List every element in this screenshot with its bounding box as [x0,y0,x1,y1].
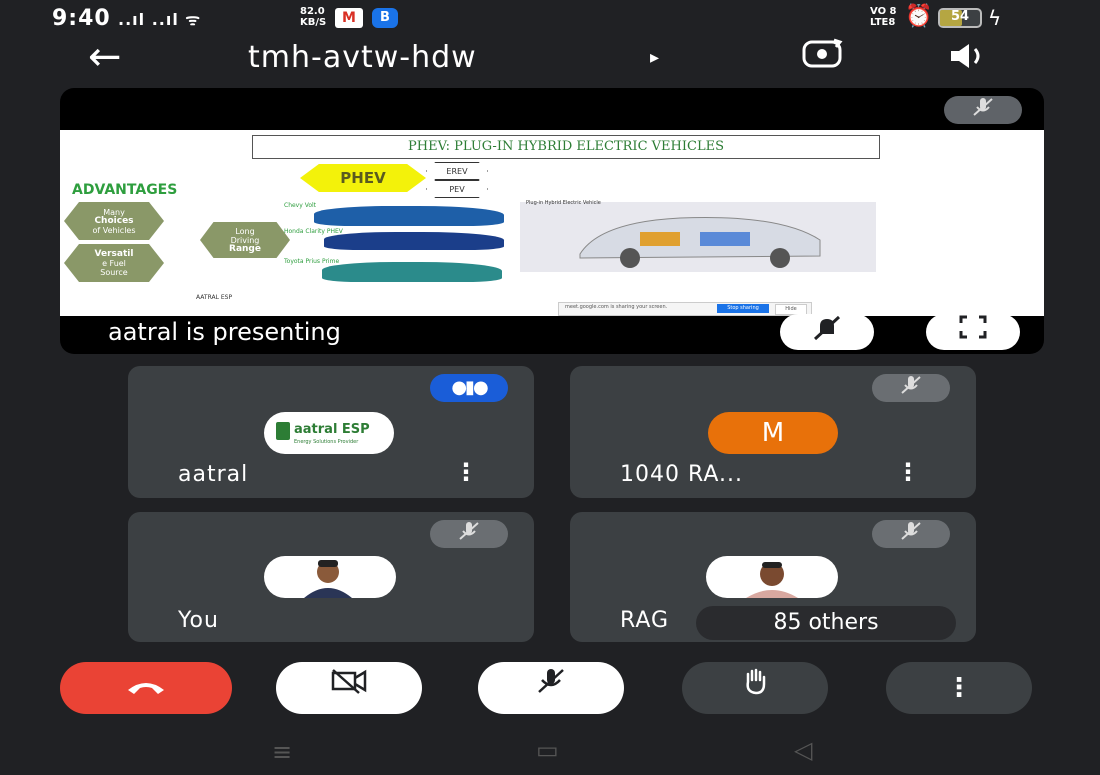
phone-hangup-icon [128,683,164,694]
b-app-icon: B [372,8,398,28]
mic-off-icon [872,374,950,402]
mic-off-icon [872,520,950,548]
phev-hexagon: PHEV [300,164,426,192]
hex-line: of Vehicles [92,225,136,235]
hex-line: Range [229,243,261,254]
avatar [264,556,396,598]
participant-tile[interactable]: You [128,512,534,642]
slide-title: PHEV: PLUG-IN HYBRID ELECTRIC VEHICLES [252,135,880,159]
avatar: aatral ESP Energy Solutions Provider [264,412,394,454]
participant-name: aatral [178,462,249,487]
participant-tile[interactable]: M 1040 RA... ⋮ [570,366,976,498]
recents-icon[interactable]: ≡ [272,738,292,766]
end-call-button[interactable] [60,662,232,714]
presentation-mute-indicator [944,96,1022,124]
car-image-clarity [324,232,504,250]
hex-line: Versatil [94,248,134,259]
play-icon[interactable]: ▸ [650,47,659,68]
volte-indicator: VO 8 LTE8 [870,6,897,28]
share-text: meet.google.com is sharing your screen. [565,304,668,310]
car-label: Chevy Volt [284,202,317,209]
speaker-icon[interactable] [945,40,989,80]
hexagon-choices: Many Choices of Vehicles [64,202,164,240]
alarm-icon: ⏰ [905,4,933,29]
diagram-label: Plug-in Hybrid Electric Vehicle [526,200,601,206]
avatar-logo-sub: Energy Solutions Provider [294,439,359,445]
logo-icon [276,422,290,440]
hex-line: Source [100,267,128,277]
meeting-code[interactable]: tmh-avtw-hdw [248,40,477,75]
switch-camera-icon[interactable] [800,38,844,78]
shared-slide: PHEV: PLUG-IN HYBRID ELECTRIC VEHICLES A… [60,130,1044,316]
slide-footer: AATRAL ESP [196,294,233,301]
nav-back-icon[interactable]: ◁ [794,736,812,764]
bell-off-icon [813,315,841,341]
screen-share-bar: meet.google.com is sharing your screen. … [558,302,812,316]
participant-name: RAG [620,608,670,633]
hex-line: Choices [94,215,134,226]
more-vertical-icon[interactable]: ⋮ [454,458,478,486]
fullscreen-button[interactable] [926,314,1020,350]
pev-hexagon: PEV [426,180,488,198]
gmail-icon: M [335,8,363,28]
presentation-mute-button[interactable] [780,314,874,350]
camera-off-icon [331,669,367,694]
raise-hand-button[interactable] [682,662,828,714]
avatar-logo-text: aatral ESP [294,422,370,437]
advantages-heading: ADVANTAGES [72,182,178,198]
participant-name: You [178,608,219,633]
avatar: M [708,412,838,454]
participant-name: 1040 RA... [620,462,744,487]
volte-top: VO 8 [870,6,897,17]
erev-hexagon: EREV [426,162,488,180]
car-image-volt [314,206,504,226]
speaking-indicator: ●▮● [430,374,508,402]
car-image-prius [322,262,502,282]
hexagon-range: Long Driving Range [200,222,290,258]
more-vertical-icon[interactable]: ⋮ [896,458,920,486]
network-speed: 82.0 KB/S [300,6,326,28]
raise-hand-icon [746,668,766,695]
status-bar: 9:40 ..ıl ..ıl ᯤ 82.0 KB/S M B VO 8 LTE8… [0,0,1100,40]
battery-icon: 54 [938,8,982,28]
participant-tile[interactable]: ●▮● aatral ESP Energy Solutions Provider… [128,366,534,498]
hexagon-fuel: Versatil e Fuel Source [64,244,164,282]
signal-icon: ..ıl ..ıl ᯤ [118,10,201,29]
status-time: 9:40 [52,6,111,31]
camera-toggle-button[interactable] [276,662,422,714]
fullscreen-icon [959,315,987,339]
speed-value: 82.0 [300,6,325,17]
hex-line: e Fuel [102,258,126,268]
mic-off-icon [430,520,508,548]
others-count-chip[interactable]: 85 others [696,606,956,640]
battery-label: 54 [950,9,970,24]
vehicle-diagram [520,202,876,272]
mic-off-icon [538,669,564,693]
presentation-panel[interactable]: PHEV: PLUG-IN HYBRID ELECTRIC VEHICLES A… [60,88,1044,354]
charging-icon: ϟ [988,6,1002,30]
more-vertical-icon: ⋮ [946,673,972,703]
mic-toggle-button[interactable] [478,662,624,714]
presenting-text: aatral is presenting [108,318,341,346]
car-label: Honda Clarity PHEV [284,228,343,235]
hex-line: Long [235,226,255,236]
home-icon[interactable]: ▭ [536,736,559,764]
car-label: Toyota Prius Prime [284,258,340,265]
mic-off-icon [973,98,993,116]
avatar [706,556,838,598]
volte-bottom: LTE8 [870,17,896,28]
back-arrow-icon[interactable]: ← [88,34,122,80]
more-options-button[interactable]: ⋮ [886,662,1032,714]
speed-unit: KB/S [300,17,327,28]
stop-sharing-button: Stop sharing [717,304,769,313]
